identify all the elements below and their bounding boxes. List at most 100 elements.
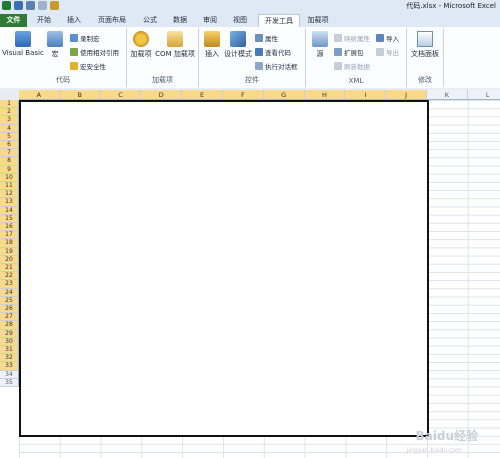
com-addins-icon xyxy=(167,31,183,47)
insert-control-button[interactable]: 插入 xyxy=(201,31,223,59)
tab-view[interactable]: 视图 xyxy=(228,14,252,27)
row-header[interactable]: 6 xyxy=(0,141,19,150)
tab-page-layout[interactable]: 页面布局 xyxy=(92,14,132,27)
row-header[interactable]: 19 xyxy=(0,247,19,256)
design-mode-button[interactable]: 设计模式 xyxy=(223,31,253,59)
source-icon xyxy=(312,31,328,47)
addins-group-title: 加载项 xyxy=(152,76,173,84)
document-panel-button[interactable]: 文档面板 xyxy=(409,31,441,59)
run-dialog-label: 执行对话框 xyxy=(265,63,298,71)
customize-qat-icon[interactable] xyxy=(50,1,59,10)
ribbon-developer: Visual Basic 宏 录制宏 使用相对引用 宏安全性 代码 加载项 CO… xyxy=(0,27,500,89)
map-properties-button[interactable]: 映射属性 xyxy=(334,33,370,43)
row-header[interactable]: 9 xyxy=(0,165,19,174)
row-header[interactable]: 33 xyxy=(0,362,19,371)
row-header[interactable]: 7 xyxy=(0,149,19,158)
row-header[interactable]: 4 xyxy=(0,124,19,133)
visual-basic-icon xyxy=(15,31,31,47)
undo-icon[interactable] xyxy=(26,1,35,10)
row-header[interactable]: 29 xyxy=(0,329,19,338)
visual-basic-button[interactable]: Visual Basic xyxy=(2,31,44,57)
row-header[interactable]: 15 xyxy=(0,214,19,223)
row-header[interactable]: 35 xyxy=(0,378,19,387)
properties-button[interactable]: 属性 xyxy=(255,33,278,43)
row-header[interactable]: 3 xyxy=(0,116,19,125)
row-header[interactable]: 8 xyxy=(0,157,19,166)
row-header[interactable]: 32 xyxy=(0,354,19,363)
column-header[interactable]: G xyxy=(263,90,305,100)
column-header[interactable]: A xyxy=(19,90,60,100)
row-header[interactable]: 25 xyxy=(0,296,19,305)
row-header[interactable]: 10 xyxy=(0,173,19,182)
row-header[interactable]: 31 xyxy=(0,346,19,355)
tab-formulas[interactable]: 公式 xyxy=(138,14,162,27)
run-dialog-icon xyxy=(255,62,263,70)
column-header[interactable]: B xyxy=(59,90,101,100)
row-header[interactable]: 30 xyxy=(0,337,19,346)
column-header[interactable]: D xyxy=(141,90,183,100)
column-header[interactable]: C xyxy=(100,90,142,100)
source-button[interactable]: 源 xyxy=(310,31,330,59)
row-header[interactable]: 21 xyxy=(0,264,19,273)
design-mode-icon xyxy=(230,31,246,47)
com-addins-button[interactable]: COM 加载项 xyxy=(154,31,196,59)
relative-reference-button[interactable]: 使用相对引用 xyxy=(70,47,119,57)
row-header[interactable]: 14 xyxy=(0,206,19,215)
tab-addins[interactable]: 加载项 xyxy=(304,14,332,27)
row-header[interactable]: 23 xyxy=(0,280,19,289)
import-button[interactable]: 导入 xyxy=(376,33,399,43)
row-header[interactable]: 27 xyxy=(0,313,19,322)
relative-reference-label: 使用相对引用 xyxy=(80,49,119,57)
refresh-data-label: 刷新数据 xyxy=(344,63,370,71)
row-header[interactable]: 20 xyxy=(0,255,19,264)
row-header[interactable]: 17 xyxy=(0,231,19,240)
row-header[interactable]: 5 xyxy=(0,132,19,141)
row-header[interactable]: 13 xyxy=(0,198,19,207)
design-mode-label: 设计模式 xyxy=(224,50,252,58)
export-button[interactable]: 导出 xyxy=(376,47,399,57)
tab-review[interactable]: 审阅 xyxy=(198,14,222,27)
row-header[interactable]: 22 xyxy=(0,272,19,281)
column-header[interactable]: K xyxy=(427,90,468,100)
macro-security-button[interactable]: 宏安全性 xyxy=(70,61,106,71)
view-code-button[interactable]: 查看代码 xyxy=(255,47,291,57)
watermark-text: Baidu经验 xyxy=(415,429,479,443)
row-header[interactable]: 1 xyxy=(0,100,19,109)
tab-developer[interactable]: 开发工具 xyxy=(258,14,300,28)
column-header[interactable]: L xyxy=(467,90,500,100)
expansion-packs-button[interactable]: 扩展包 xyxy=(334,47,364,57)
tab-insert[interactable]: 插入 xyxy=(62,14,86,27)
row-header[interactable]: 28 xyxy=(0,321,19,330)
selected-range[interactable] xyxy=(19,100,429,437)
column-header[interactable]: H xyxy=(304,90,346,100)
row-header[interactable]: 12 xyxy=(0,190,19,199)
controls-group-title: 控件 xyxy=(245,76,259,84)
tab-file[interactable]: 文件 xyxy=(0,14,27,27)
row-header[interactable]: 18 xyxy=(0,239,19,248)
window-title: 代码.xlsx - Microsoft Excel xyxy=(406,2,496,10)
tab-data[interactable]: 数据 xyxy=(168,14,192,27)
view-code-icon xyxy=(255,48,263,56)
save-icon[interactable] xyxy=(14,1,23,10)
macros-button[interactable]: 宏 xyxy=(45,31,65,59)
column-header[interactable]: F xyxy=(223,90,264,100)
row-header[interactable]: 26 xyxy=(0,305,19,314)
refresh-data-button[interactable]: 刷新数据 xyxy=(334,61,370,71)
addins-button[interactable]: 加载项 xyxy=(129,31,153,59)
row-header[interactable]: 2 xyxy=(0,108,19,117)
redo-icon[interactable] xyxy=(38,1,47,10)
row-header[interactable]: 16 xyxy=(0,223,19,232)
column-header[interactable]: E xyxy=(182,90,223,100)
insert-control-label: 插入 xyxy=(205,50,219,58)
run-dialog-button[interactable]: 执行对话框 xyxy=(255,61,298,71)
warning-icon xyxy=(70,62,78,70)
code-group-title: 代码 xyxy=(56,76,70,84)
row-header[interactable]: 34 xyxy=(0,370,19,379)
column-header[interactable]: I xyxy=(345,90,387,100)
record-macro-button[interactable]: 录制宏 xyxy=(70,33,100,43)
row-header[interactable]: 24 xyxy=(0,288,19,297)
column-header[interactable]: J xyxy=(386,90,427,100)
row-header[interactable]: 11 xyxy=(0,182,19,191)
tab-home[interactable]: 开始 xyxy=(32,14,56,27)
quick-access-toolbar xyxy=(2,1,59,10)
